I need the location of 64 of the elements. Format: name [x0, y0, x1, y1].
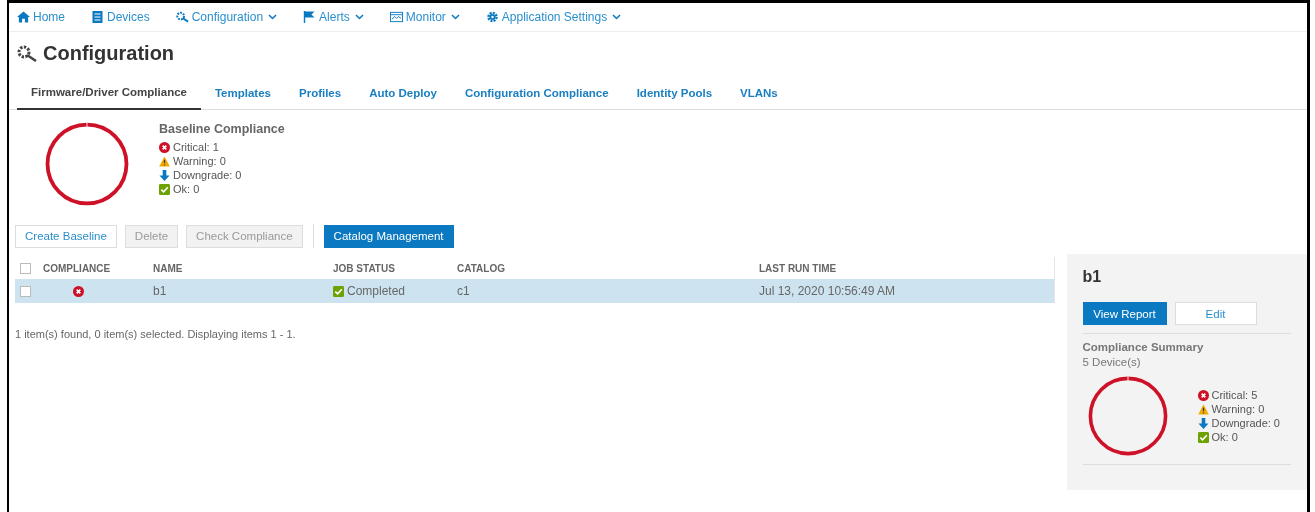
legend-label: Warning: 0	[173, 155, 226, 167]
summary-title: Compliance Summary	[1082, 341, 1205, 353]
server-icon	[91, 11, 104, 23]
nav-link[interactable]: Monitor	[389, 10, 460, 24]
chevron-down-icon	[450, 14, 460, 20]
legend-label: Downgrade: 0	[173, 169, 242, 181]
column-header: NAME	[153, 262, 183, 274]
legend-label: Warning: 0	[1211, 403, 1265, 415]
tab[interactable]: VLANs	[726, 77, 792, 110]
nav-link[interactable]: Configuration	[175, 10, 278, 24]
warning-icon	[159, 155, 170, 167]
nav-link[interactable]: Application Settings	[485, 10, 622, 24]
column-header: JOB STATUS	[333, 262, 395, 274]
home-icon	[17, 11, 30, 23]
check-icon	[333, 285, 344, 297]
toolbar-button[interactable]: Catalog Management	[323, 224, 454, 248]
tab[interactable]: Configuration Compliance	[450, 77, 623, 110]
settings-icon	[485, 11, 499, 23]
tab[interactable]: Identity Pools	[622, 77, 727, 110]
check-icon	[159, 183, 170, 195]
column-header: CATALOG	[457, 262, 505, 274]
page-title: Configuration	[43, 42, 175, 65]
select-all-checkbox[interactable]	[20, 262, 31, 274]
row-checkbox[interactable]	[20, 285, 31, 297]
chevron-down-icon	[354, 14, 364, 20]
check-icon	[1197, 431, 1209, 443]
nav-link[interactable]: Home	[17, 10, 65, 24]
table-cell: Completed	[347, 284, 406, 298]
nav-link[interactable]: Alerts	[303, 10, 364, 24]
summary-title: Baseline Compliance	[159, 122, 285, 136]
chevron-down-icon	[612, 14, 622, 20]
results-summary: 1 item(s) found, 0 item(s) selected. Displaying items 1 - 1.	[15, 328, 297, 340]
legend-label: Critical: 5	[1211, 389, 1258, 401]
panel-button[interactable]: Edit	[1174, 302, 1257, 325]
chevron-down-icon	[268, 14, 278, 20]
gear-wrench-icon	[175, 11, 189, 23]
tab[interactable]: Profiles	[285, 77, 356, 110]
warning-icon	[1197, 403, 1209, 415]
tab[interactable]: Templates	[200, 77, 285, 110]
legend-label: Ok: 0	[1211, 431, 1238, 443]
table-cell: b1	[153, 284, 167, 298]
table-cell: Jul 13, 2020 10:56:49 AM	[759, 284, 896, 298]
device-count: 5 Device(s)	[1082, 356, 1142, 368]
error-icon	[72, 285, 84, 297]
column-header: COMPLIANCE	[43, 262, 111, 274]
error-icon	[159, 141, 170, 153]
column-header: LAST RUN TIME	[759, 262, 837, 274]
panel-button[interactable]: View Report	[1082, 302, 1167, 325]
legend-label: Critical: 1	[173, 141, 219, 153]
legend-label: Ok: 0	[173, 183, 200, 195]
table-cell: c1	[457, 284, 470, 298]
table-row[interactable]	[15, 279, 1054, 303]
toolbar-button[interactable]: Create Baseline	[15, 224, 117, 248]
down-arrow-icon	[159, 169, 170, 181]
error-icon	[1197, 389, 1209, 401]
tab[interactable]: Firmware/Driver Compliance	[17, 77, 201, 110]
down-arrow-icon	[1197, 417, 1209, 429]
detail-title: b1	[1082, 268, 1103, 286]
tab[interactable]: Auto Deploy	[355, 77, 451, 110]
monitor-icon	[389, 11, 403, 23]
nav-link[interactable]: Devices	[91, 10, 150, 24]
flag-icon	[303, 11, 317, 23]
gear-wrench-icon	[17, 45, 37, 62]
legend-label: Downgrade: 0	[1211, 417, 1280, 429]
